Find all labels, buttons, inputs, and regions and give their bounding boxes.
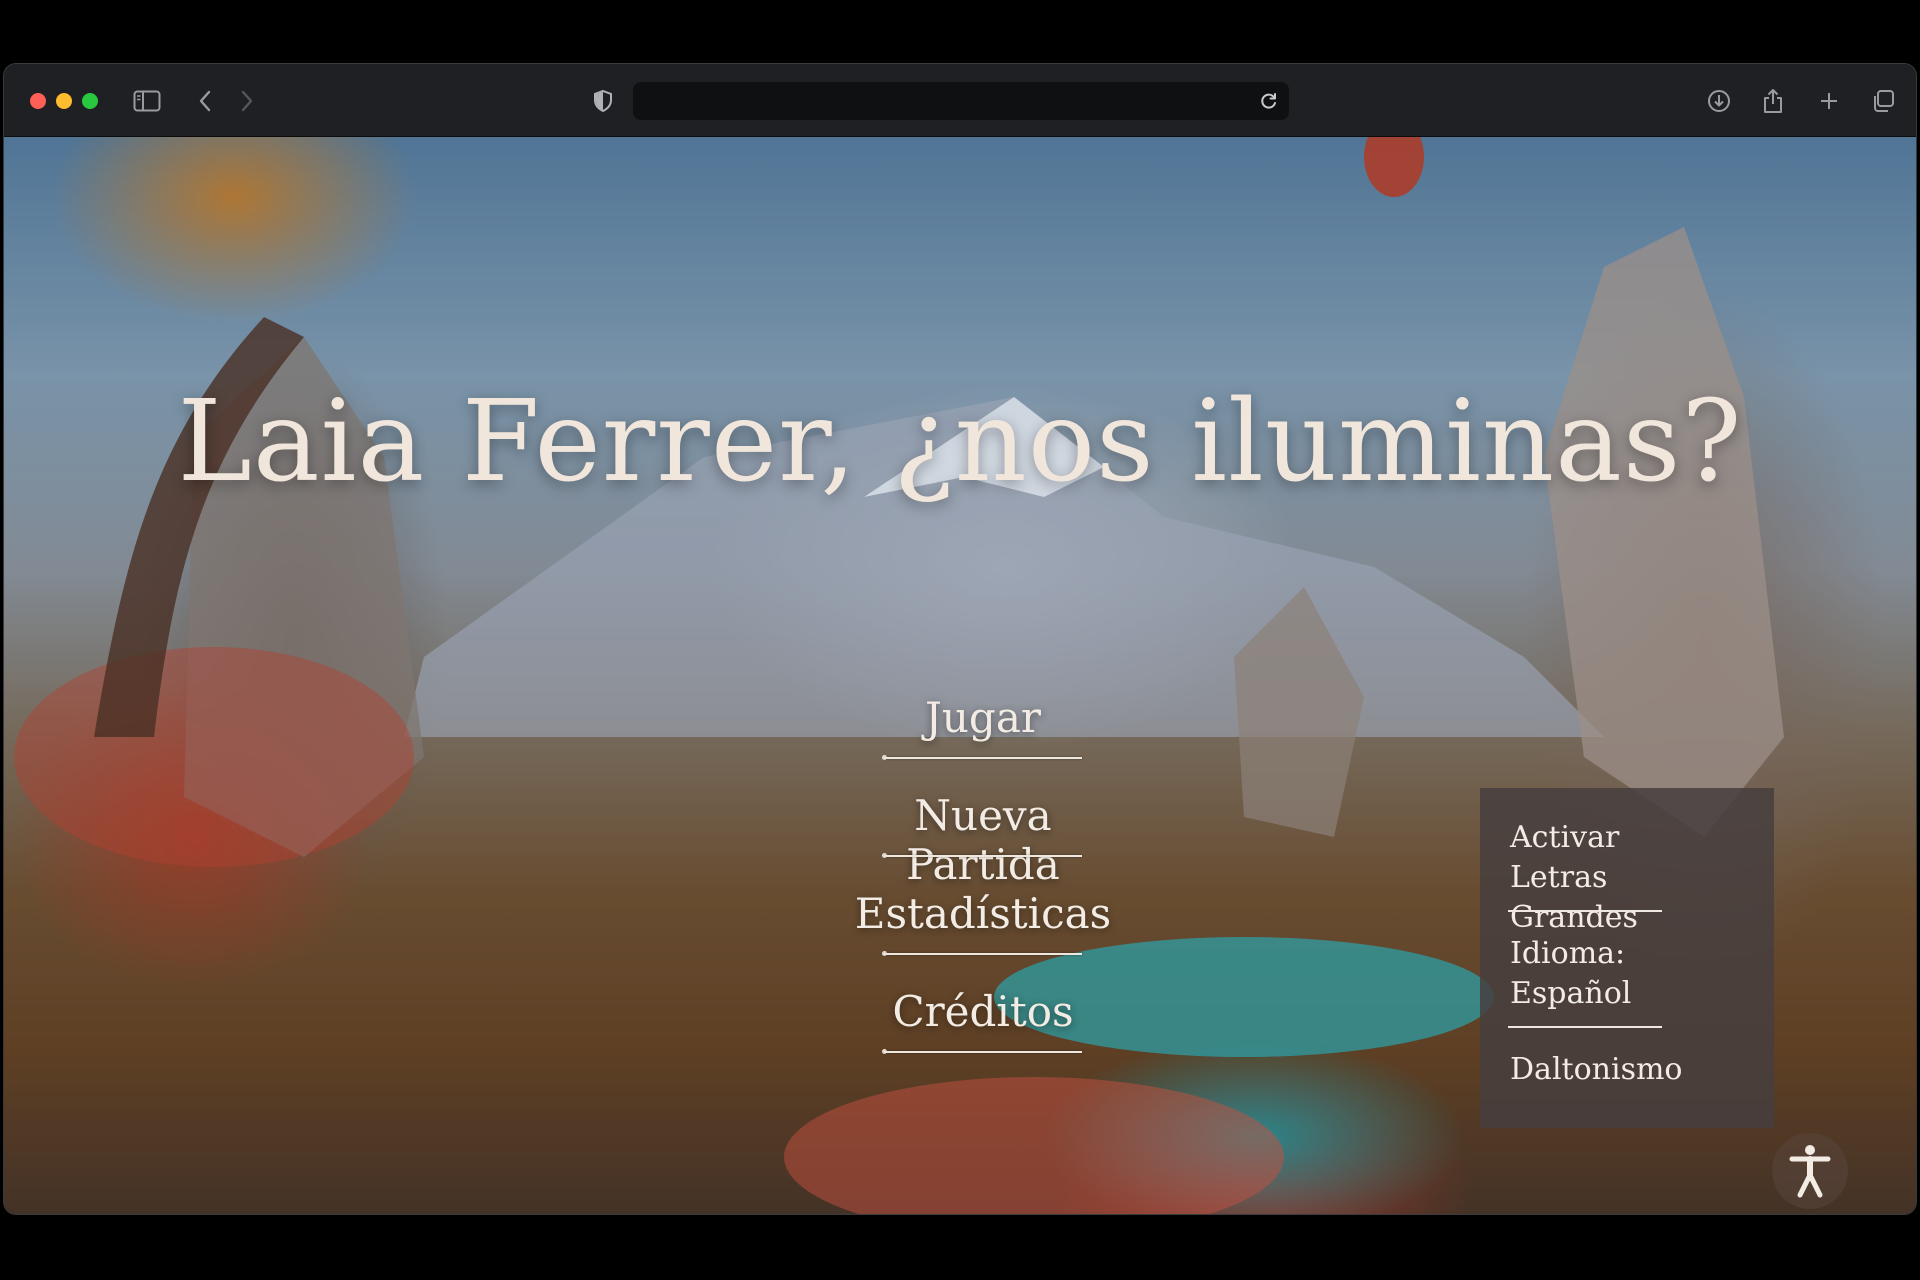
tabs-overview-icon[interactable] [1868, 86, 1898, 116]
accessibility-settings-panel: Activar Letras Grandes Idioma: Español D… [1480, 788, 1774, 1128]
game-viewport: Laia Ferrer, ¿nos iluminas? Jugar Nueva … [4, 137, 1916, 1214]
menu-play-button[interactable]: Jugar [878, 687, 1088, 785]
browser-toolbar [4, 64, 1916, 137]
language-selector[interactable]: Idioma: Español [1510, 934, 1710, 1014]
menu-new-game-button[interactable]: Nueva Partida [878, 785, 1088, 889]
shield-icon[interactable] [588, 86, 618, 116]
divider [1508, 1026, 1662, 1028]
browser-window: Laia Ferrer, ¿nos iluminas? Jugar Nueva … [4, 64, 1916, 1214]
download-icon[interactable] [1704, 86, 1734, 116]
address-bar[interactable] [633, 82, 1289, 122]
plus-icon[interactable] [1814, 86, 1844, 116]
zoom-window-button[interactable] [82, 93, 98, 109]
share-icon[interactable] [1758, 86, 1788, 116]
page-title: Laia Ferrer, ¿nos iluminas? [177, 377, 1743, 507]
minimize-window-button[interactable] [56, 93, 72, 109]
accessibility-button[interactable] [1772, 1133, 1848, 1209]
colorblind-toggle[interactable]: Daltonismo [1510, 1050, 1710, 1090]
main-menu: Jugar Nueva Partida Estadísticas Crédito… [855, 687, 1111, 1079]
menu-item-label: Nueva Partida [906, 791, 1060, 889]
back-arrow-icon[interactable] [190, 86, 220, 116]
reload-icon[interactable] [1259, 91, 1279, 115]
menu-item-label: Jugar [925, 693, 1041, 742]
close-window-button[interactable] [30, 93, 46, 109]
menu-item-label: Estadísticas [854, 889, 1112, 938]
menu-credits-button[interactable]: Créditos [878, 981, 1088, 1079]
address-input[interactable] [645, 82, 1249, 122]
large-text-toggle[interactable]: Activar Letras Grandes [1510, 818, 1710, 938]
menu-item-label: Créditos [892, 987, 1074, 1036]
forward-arrow-icon[interactable] [232, 86, 262, 116]
divider [1508, 910, 1662, 912]
sidebar-icon[interactable] [132, 86, 162, 116]
menu-statistics-button[interactable]: Estadísticas [855, 883, 1111, 981]
accessibility-person-icon [1789, 1145, 1831, 1198]
